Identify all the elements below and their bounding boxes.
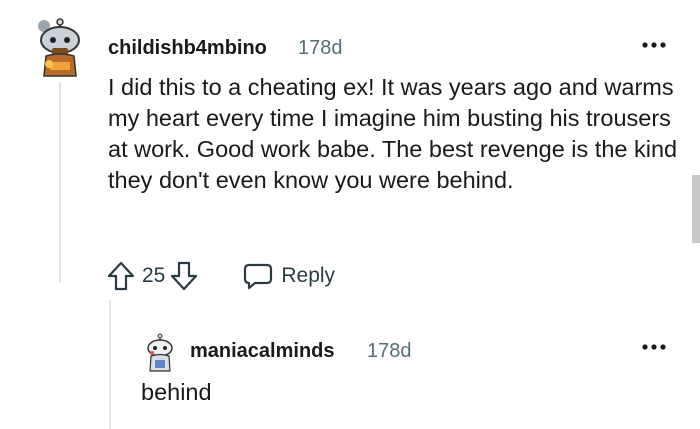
comment-bubble-icon [244,263,273,290]
vote-score: 25 [142,264,166,287]
reply-age[interactable]: 178d [367,337,412,365]
reply-label: Reply [281,264,336,287]
reply-body: behind [141,379,212,405]
comment-thread: childishb4mbino 178d I did this to a che… [0,0,700,429]
more-dots-icon[interactable] [641,38,667,52]
comment-age[interactable]: 178d [298,34,343,62]
thread-line[interactable] [59,82,61,282]
reply-user-avatar[interactable] [143,333,177,375]
reply-button[interactable]: Reply [243,262,335,290]
comment-author[interactable]: childishb4mbino [108,34,267,62]
comment-actions: 25 Reply [106,257,335,295]
more-dots-icon[interactable] [641,340,667,354]
snoo-avatar-icon [38,18,80,77]
downvote-icon[interactable] [169,260,199,292]
user-avatar[interactable] [36,18,84,80]
scrollbar-thumb[interactable] [692,175,700,243]
snoo-avatar-icon [147,333,173,372]
reply-author[interactable]: maniacalminds [190,337,335,365]
comment-body: I did this to a cheating ex! It was year… [108,74,678,193]
upvote-icon[interactable] [106,260,136,292]
thread-line-reply[interactable] [109,300,111,429]
